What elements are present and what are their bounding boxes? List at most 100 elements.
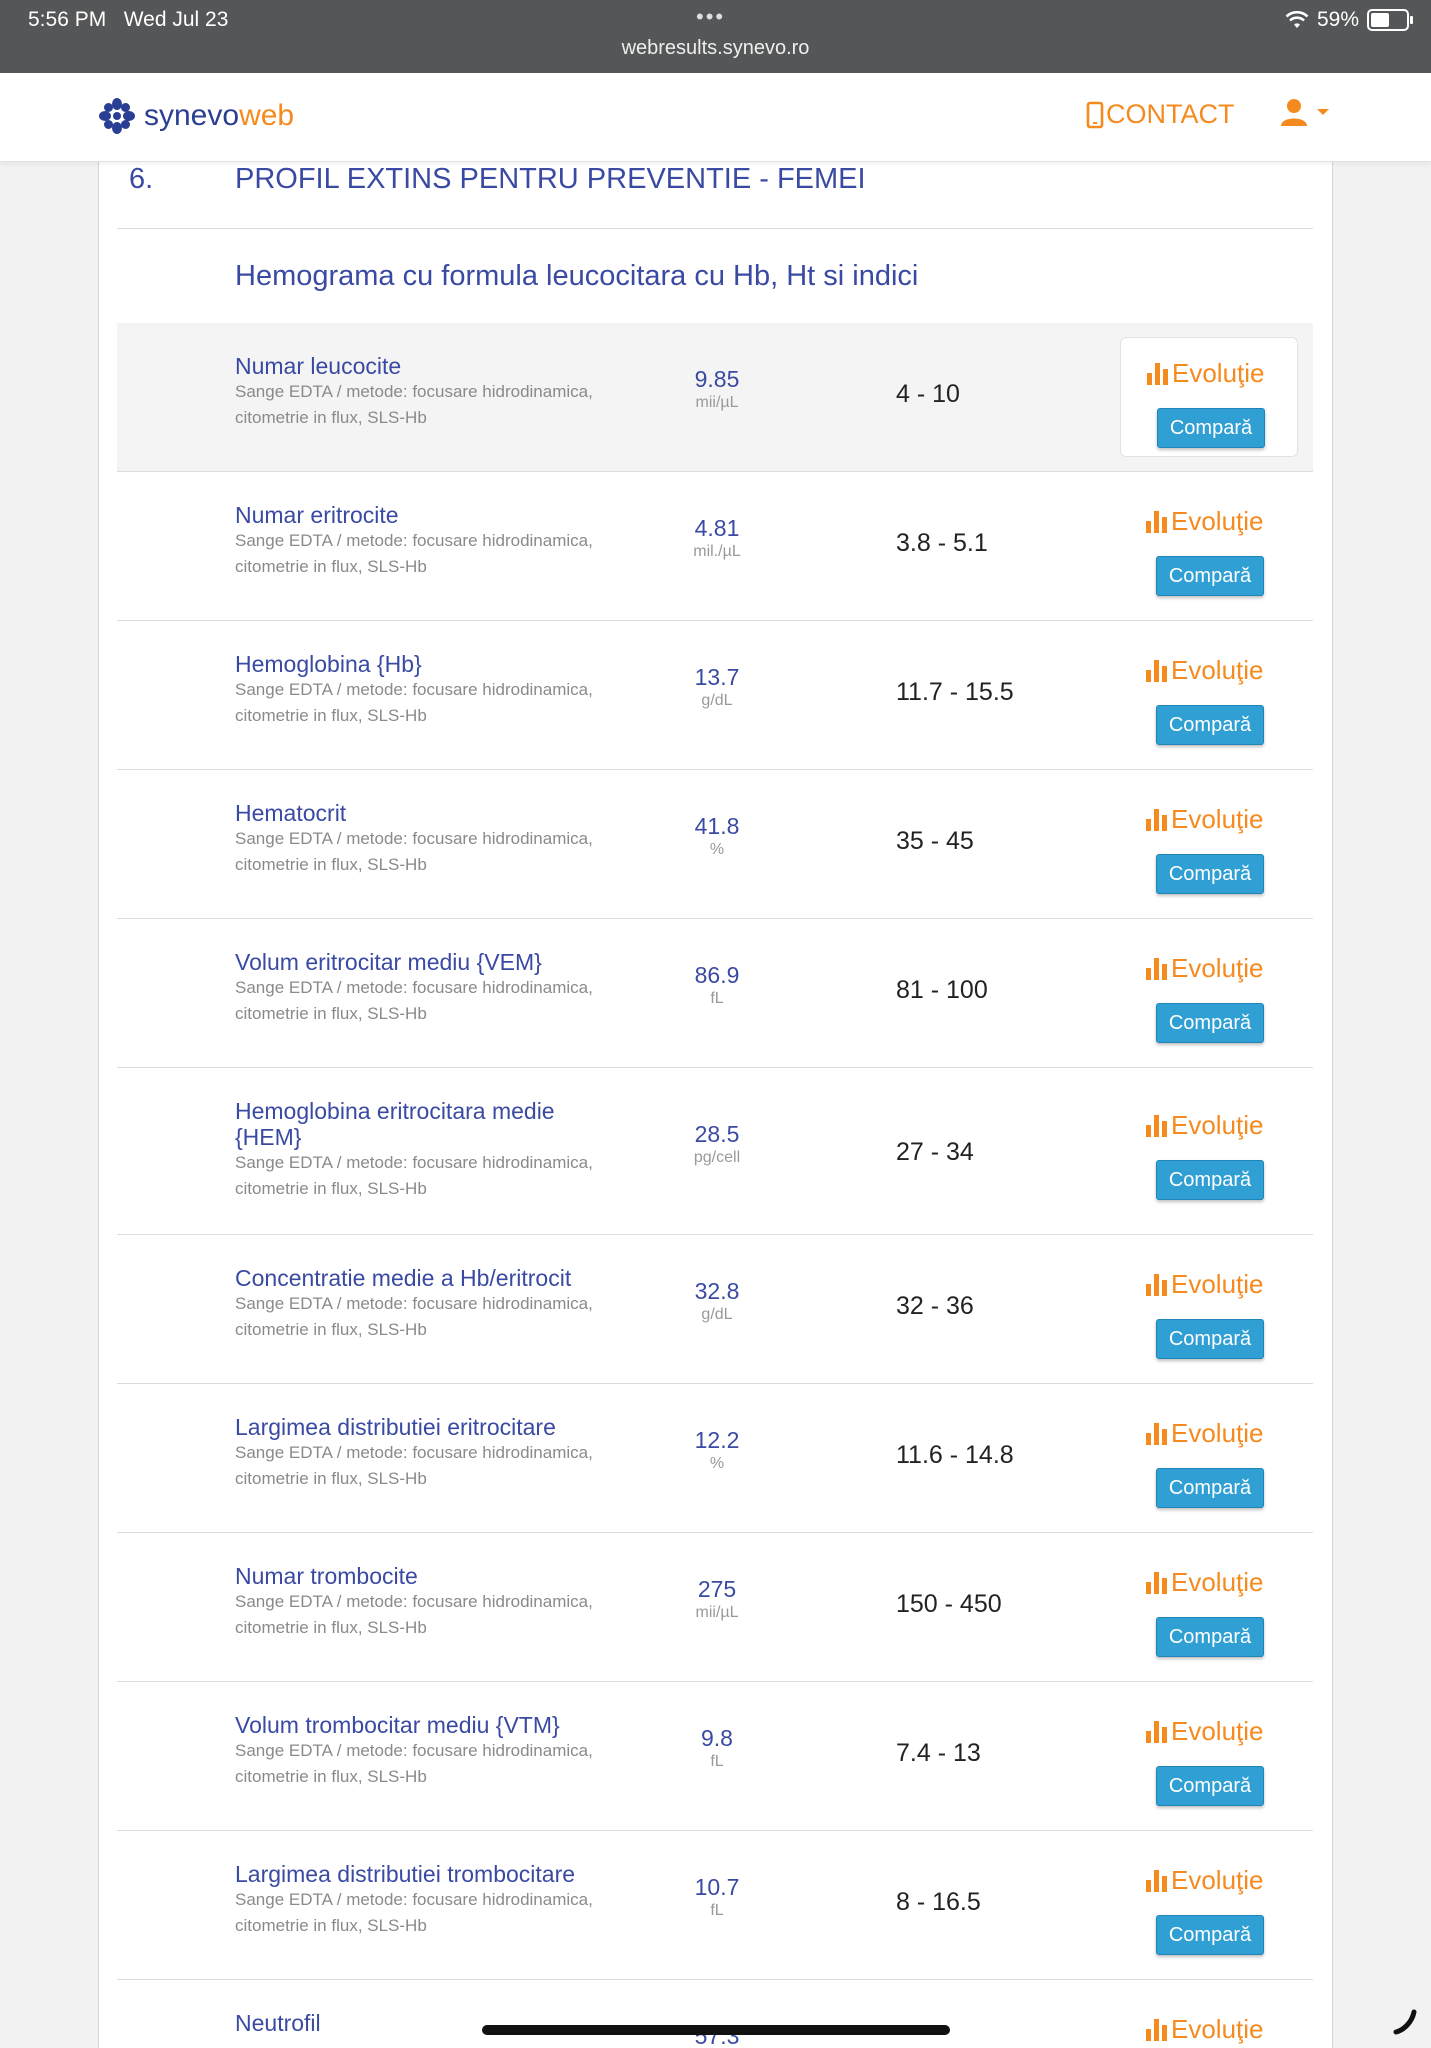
evolution-label: Evoluţie [1171, 1716, 1264, 1746]
test-name[interactable]: Numar leucocite [235, 353, 685, 379]
row-actions: Evoluţie Compară [1120, 933, 1296, 1051]
test-method: citometrie in flux, SLS-Hb [235, 1618, 427, 1637]
compare-button[interactable]: Compară [1156, 1468, 1264, 1508]
user-menu[interactable] [1280, 97, 1330, 127]
evolution-label: Evoluţie [1171, 1418, 1264, 1448]
test-name[interactable]: Largimea distributiei eritrocitare [235, 1414, 685, 1440]
result-value: 28.5 [694, 1121, 740, 1147]
test-method: Sange EDTA / metode: focusare hidrodinam… [235, 1741, 593, 1760]
result-row: Volum trombocitar mediu {VTM} Sange EDTA … [117, 1682, 1313, 1831]
evolution-label: Evoluţie [1171, 506, 1264, 536]
result-unit: mii/µL [695, 1604, 739, 1621]
test-method: citometrie in flux, SLS-Hb [235, 855, 427, 874]
evolution-link[interactable]: Evoluţie [1146, 1418, 1264, 1449]
result-value: 12.2 [694, 1427, 740, 1453]
evolution-link[interactable]: Evoluţie [1146, 804, 1264, 835]
compare-button[interactable]: Compară [1156, 1160, 1264, 1200]
evolution-link[interactable]: Evoluţie [1146, 953, 1264, 984]
compare-button[interactable]: Compară [1156, 854, 1264, 894]
battery-icon [1367, 9, 1413, 31]
compare-button[interactable]: Compară [1157, 408, 1265, 448]
section-title: PROFIL EXTINS PENTRU PREVENTIE - FEMEI [235, 163, 866, 195]
chevron-down-icon [1317, 108, 1329, 115]
result-unit: fL [710, 1902, 724, 1919]
result-value: 13.7 [694, 664, 740, 690]
compare-button[interactable]: Compară [1156, 1319, 1264, 1359]
test-method: Sange EDTA / metode: focusare hidrodinam… [235, 1890, 593, 1909]
contact-link[interactable]: CONTACT [1086, 99, 1235, 130]
phone-icon [1086, 101, 1104, 128]
test-name[interactable]: Hemoglobina eritrocitara medie {HEM} [235, 1098, 595, 1150]
result-unit: % [709, 1455, 725, 1472]
bar-chart-icon [1146, 1114, 1167, 1137]
result-value-block: 28.5 pg/cell [647, 1120, 787, 1168]
test-method: citometrie in flux, SLS-Hb [235, 408, 427, 427]
test-name[interactable]: Hemoglobina {Hb} [235, 651, 685, 677]
compare-button[interactable]: Compară [1156, 556, 1264, 596]
result-value: 41.8 [694, 813, 740, 839]
test-name[interactable]: Largimea distributiei trombocitare [235, 1861, 685, 1887]
reference-range: 7.4 - 13 [896, 1739, 981, 1767]
evolution-link[interactable]: Evoluţie [1147, 358, 1265, 389]
result-value-block: 9.8 fL [647, 1724, 787, 1772]
evolution-link[interactable]: Evoluţie [1146, 1269, 1264, 1300]
test-method: citometrie in flux, SLS-Hb [235, 706, 427, 725]
result-unit: % [709, 841, 725, 858]
result-row: Hematocrit Sange EDTA / metode: focusare … [117, 770, 1313, 919]
test-name[interactable]: Hematocrit [235, 800, 685, 826]
test-info: Numar leucocite Sange EDTA / metode: focu… [235, 353, 685, 431]
compare-button[interactable]: Compară [1156, 1766, 1264, 1806]
test-method: citometrie in flux, SLS-Hb [235, 1469, 427, 1488]
result-unit: g/dL [701, 1306, 733, 1323]
test-info: Hematocrit Sange EDTA / metode: focusare … [235, 800, 685, 878]
evolution-link[interactable]: Evoluţie [1146, 1567, 1264, 1598]
url-label[interactable]: webresults.synevo.ro [0, 37, 1431, 60]
test-name[interactable]: Volum trombocitar mediu {VTM} [235, 1712, 685, 1738]
row-actions: Evoluţie Compară [1120, 486, 1296, 604]
test-info: Hemoglobina eritrocitara medie {HEM} Sang… [235, 1098, 595, 1202]
result-value: 275 [697, 1576, 737, 1602]
reference-range: 35 - 45 [896, 827, 974, 855]
evolution-link[interactable]: Evoluţie [1146, 1716, 1264, 1747]
pencil-scribble-icon[interactable] [1392, 2008, 1420, 2036]
result-value: 4.81 [694, 515, 740, 541]
evolution-link[interactable]: Evoluţie [1146, 655, 1264, 686]
test-name[interactable]: Volum eritrocitar mediu {VEM} [235, 949, 685, 975]
home-indicator[interactable] [482, 2025, 950, 2035]
test-name[interactable]: Concentratie medie a Hb/eritrocit [235, 1265, 685, 1291]
logo-text: synevoweb [144, 99, 295, 132]
synevo-logo[interactable]: synevoweb [98, 97, 294, 135]
result-row: Hemoglobina eritrocitara medie {HEM} Sang… [117, 1068, 1313, 1235]
bar-chart-icon [1146, 1869, 1167, 1892]
test-name[interactable]: Numar eritrocite [235, 502, 685, 528]
test-method: Sange EDTA / metode: focusare hidrodinam… [235, 680, 593, 699]
bar-chart-icon [1147, 362, 1168, 385]
evolution-label: Evoluţie [1171, 1567, 1264, 1597]
compare-button[interactable]: Compară [1156, 1003, 1264, 1043]
evolution-label: Evoluţie [1171, 655, 1264, 685]
bar-chart-icon [1146, 1422, 1167, 1445]
status-time: 5:56 PM Wed Jul 23 [28, 8, 229, 31]
compare-button[interactable]: Compară [1156, 705, 1264, 745]
evolution-label: Evoluţie [1171, 1865, 1264, 1895]
test-info: Volum trombocitar mediu {VTM} Sange EDTA … [235, 1712, 685, 1790]
evolution-link[interactable]: Evoluţie [1146, 506, 1264, 537]
row-actions: Evoluţie Compară [1120, 1845, 1296, 1963]
evolution-label: Evoluţie [1171, 2014, 1264, 2044]
contact-label: CONTACT [1106, 99, 1235, 129]
compare-button[interactable]: Compară [1156, 1915, 1264, 1955]
result-value-block: 32.8 g/dL [647, 1277, 787, 1325]
bar-chart-icon [1146, 510, 1167, 533]
row-actions: Evoluţie Compară [1120, 1398, 1296, 1516]
evolution-link[interactable]: Evoluţie [1146, 1865, 1264, 1896]
reference-range: 150 - 450 [896, 1590, 1002, 1618]
evolution-link[interactable]: Evoluţie [1146, 1110, 1264, 1141]
multitask-dots[interactable]: ••• [696, 4, 725, 30]
test-name[interactable]: Numar trombocite [235, 1563, 685, 1589]
compare-button[interactable]: Compară [1156, 1617, 1264, 1657]
evolution-link[interactable]: Evoluţie [1146, 2014, 1264, 2045]
test-method: citometrie in flux, SLS-Hb [235, 557, 427, 576]
result-row: Largimea distributiei eritrocitare Sange … [117, 1384, 1313, 1533]
bar-chart-icon [1146, 957, 1167, 980]
result-row: Numar eritrocite Sange EDTA / metode: foc… [117, 472, 1313, 621]
